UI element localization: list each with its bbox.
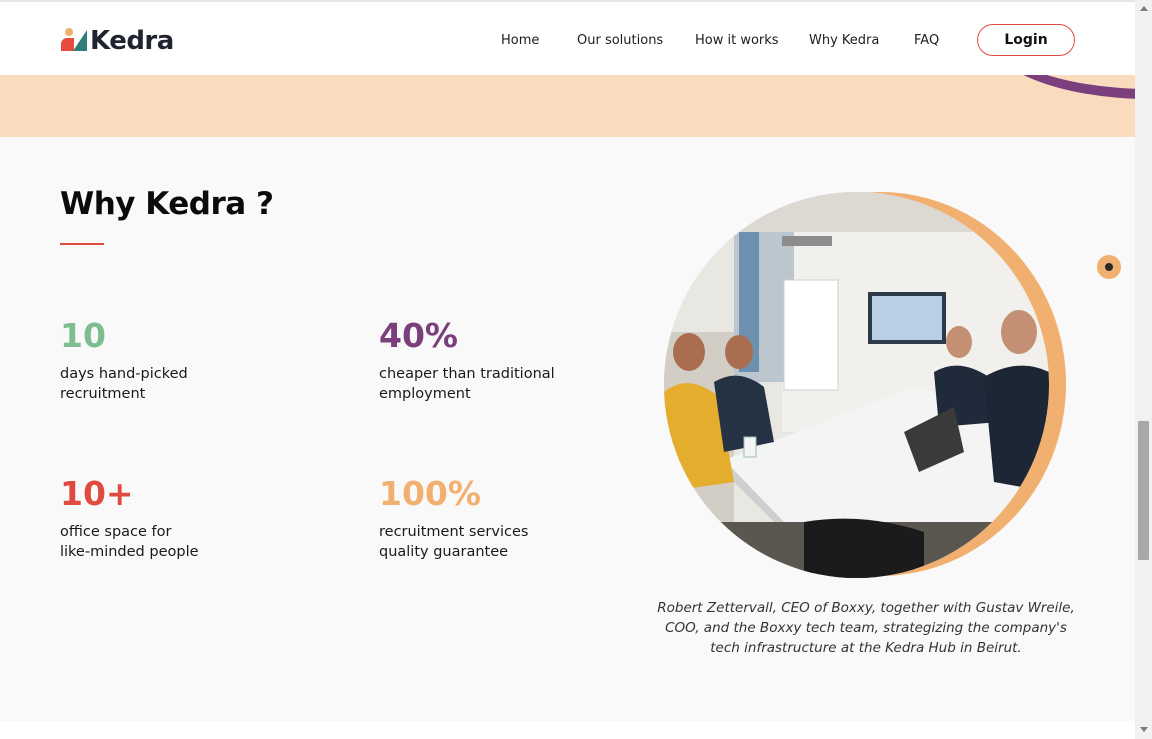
- stat-number: 10+: [60, 474, 134, 513]
- page-scrollbar[interactable]: [1135, 0, 1152, 739]
- login-button[interactable]: Login: [977, 24, 1075, 56]
- stat-description: days hand-picked recruitment: [60, 366, 188, 402]
- scroll-down-arrow-icon[interactable]: [1140, 727, 1148, 732]
- photo-caption: Robert Zettervall, CEO of Boxxy, togethe…: [657, 600, 1075, 656]
- kedra-logo-icon: [61, 28, 89, 54]
- stat-days: 10 days hand-picked recruitment: [60, 318, 270, 404]
- page: Kedra Home Our solutions How it works Wh…: [0, 0, 1135, 739]
- section-title: Why Kedra ?: [60, 186, 274, 222]
- scroll-indicator-dot-icon[interactable]: [1097, 255, 1121, 279]
- stat-guarantee: 100% recruitment services quality guaran…: [379, 476, 589, 562]
- title-underline: [60, 243, 104, 245]
- nav-faq[interactable]: FAQ: [914, 33, 939, 48]
- scroll-up-arrow-icon[interactable]: [1140, 6, 1148, 11]
- stat-number: 100%: [379, 474, 481, 513]
- next-section-edge: [0, 721, 1135, 739]
- stat-description: recruitment services quality guarantee: [379, 524, 529, 560]
- site-header: Kedra Home Our solutions How it works Wh…: [0, 0, 1135, 75]
- stat-office-space: 10+ office space for like-minded people: [60, 476, 270, 562]
- nav-our-solutions[interactable]: Our solutions: [577, 33, 663, 48]
- stat-number: 40%: [379, 316, 458, 355]
- logo[interactable]: Kedra: [61, 26, 174, 56]
- team-meeting-photo: [664, 192, 1049, 578]
- stat-number: 10: [60, 316, 106, 355]
- stat-description: office space for like-minded people: [60, 524, 199, 560]
- nav-why-kedra[interactable]: Why Kedra: [809, 33, 879, 48]
- stat-cheaper: 40% cheaper than traditional employment: [379, 318, 589, 404]
- scrollbar-thumb[interactable]: [1138, 421, 1149, 560]
- stat-description: cheaper than traditional employment: [379, 366, 555, 402]
- hero-bottom-band: [0, 75, 1135, 137]
- nav-home[interactable]: Home: [501, 33, 539, 48]
- logo-text: Kedra: [90, 26, 174, 56]
- nav-how-it-works[interactable]: How it works: [695, 33, 779, 48]
